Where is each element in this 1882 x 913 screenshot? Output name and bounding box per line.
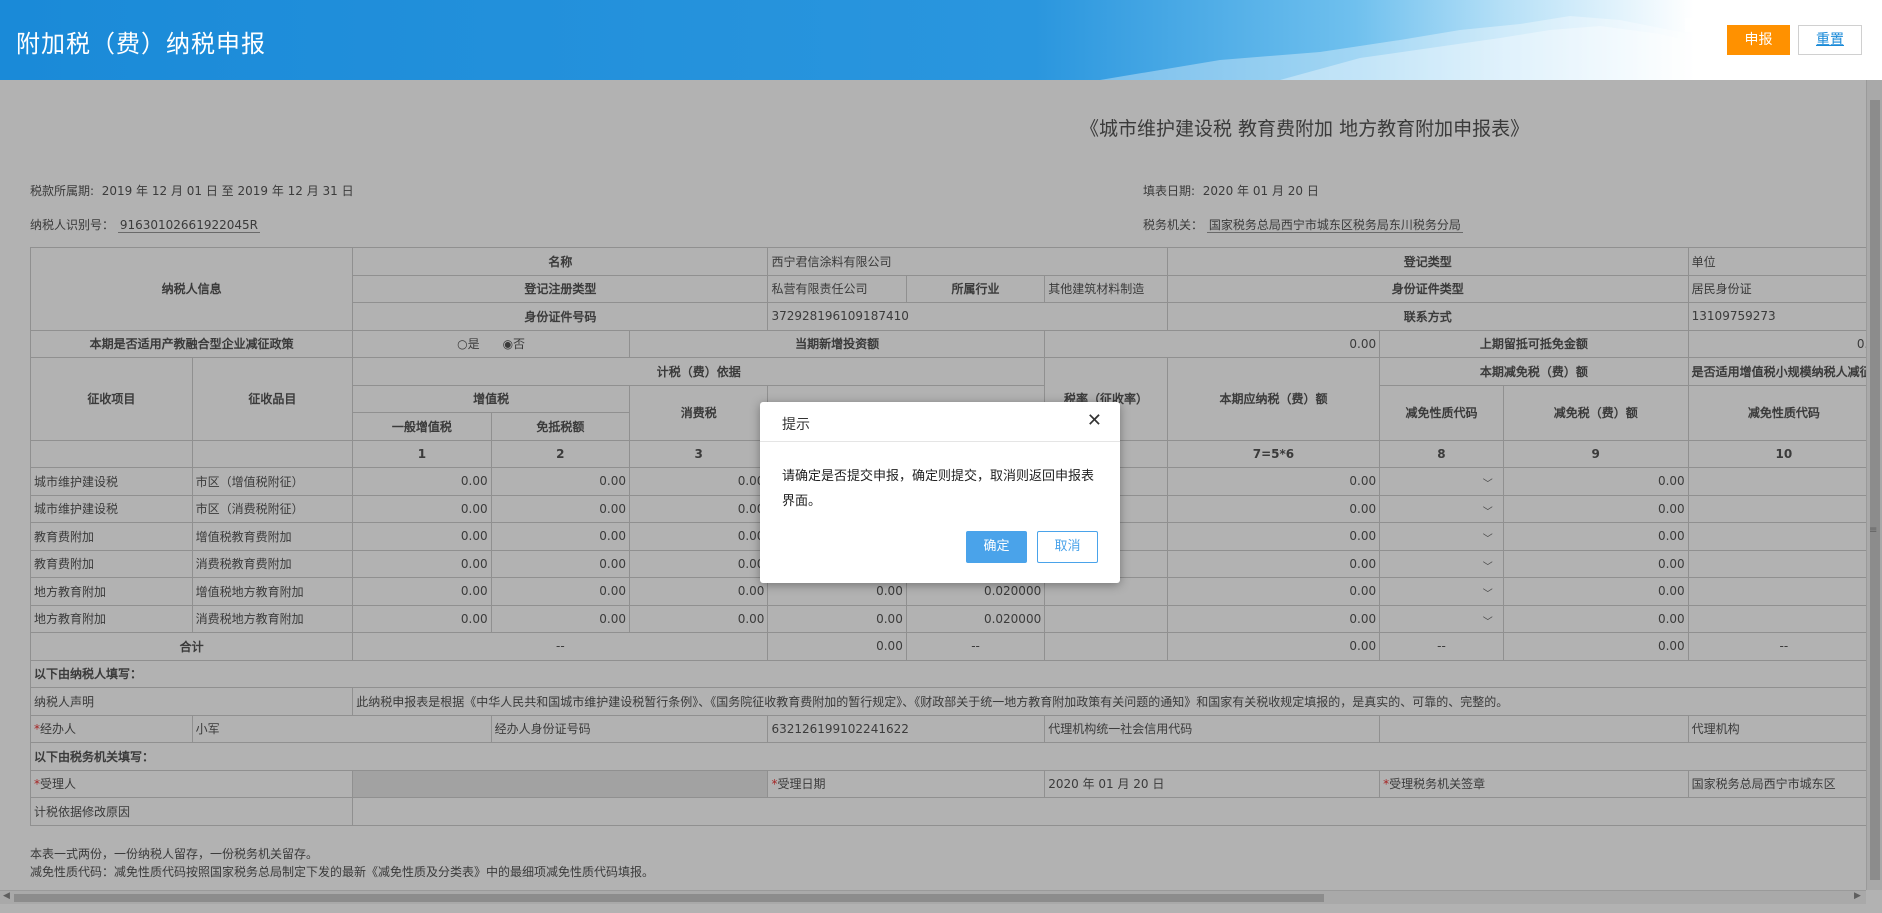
dialog-message: 请确定是否提交申报，确定则提交，取消则返回申报表界面。 (782, 469, 1095, 509)
dialog-title: 提示 (782, 417, 810, 433)
reset-button[interactable]: 重置 (1798, 25, 1862, 55)
confirm-dialog: 提示 ✕ 请确定是否提交申报，确定则提交，取消则返回申报表界面。 确定 取消 (760, 402, 1120, 583)
page-title: 附加税（费）纳税申报 (16, 30, 266, 58)
close-icon[interactable]: ✕ (1087, 412, 1102, 430)
great-wall-graphic (1100, 16, 1720, 80)
cancel-button[interactable]: 取消 (1037, 531, 1098, 563)
submit-button[interactable]: 申报 (1727, 25, 1790, 55)
confirm-button[interactable]: 确定 (966, 531, 1027, 563)
header-bar: 附加税（费）纳税申报 申报 重置 (0, 0, 1882, 80)
dialog-divider (760, 441, 1120, 442)
